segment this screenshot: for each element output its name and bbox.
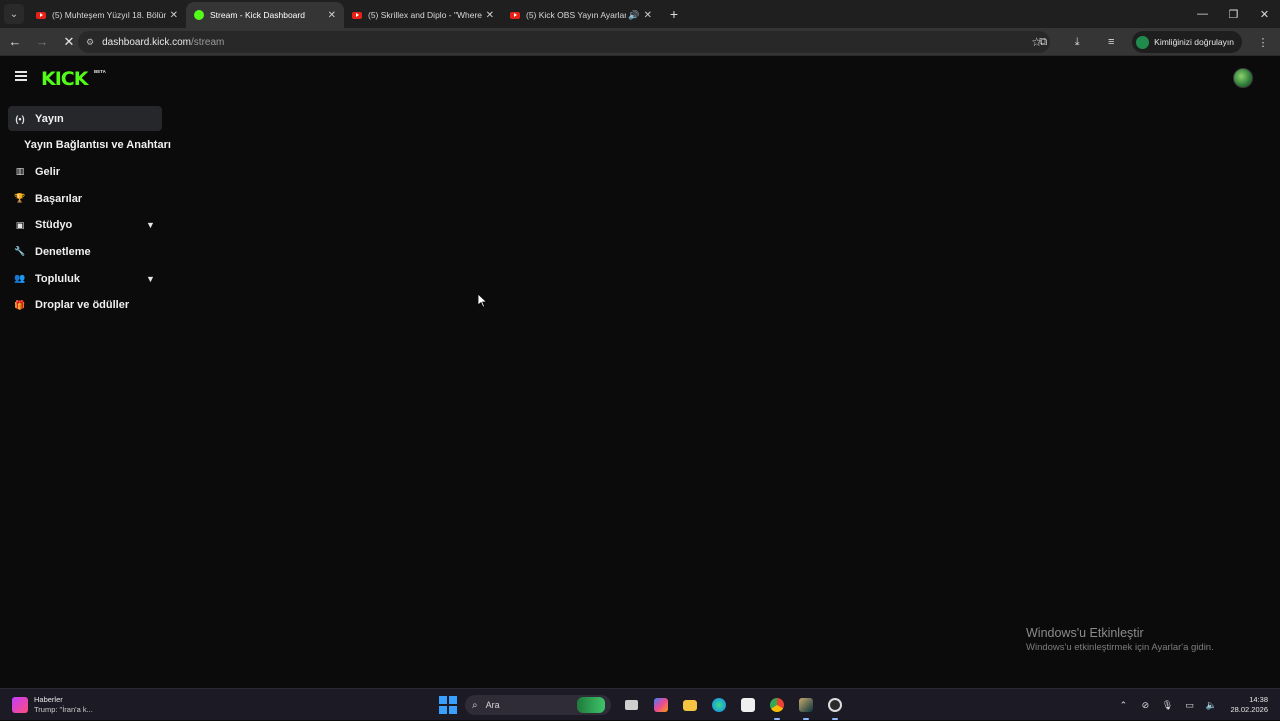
forward-arrow-icon[interactable]: → — [30, 30, 54, 54]
tab-title: (5) Skrillex and Diplo - "Where Are Ü No… — [368, 10, 482, 20]
close-icon[interactable]: ✕ — [328, 10, 336, 21]
user-avatar[interactable] — [1233, 68, 1253, 88]
sidebar-item-label: Topluluk — [35, 272, 81, 285]
sidebar-item-label: Stüdyo — [35, 219, 73, 232]
search-placeholder: Ara — [485, 700, 500, 710]
profile-avatar-icon — [1136, 35, 1150, 49]
address-bar[interactable]: ⚙ dashboard.kick.com/stream ☆ — [78, 31, 1050, 53]
chevron-down-icon[interactable]: ▼ — [146, 274, 155, 284]
clock[interactable]: 14:38 28.02.2026 — [1230, 695, 1268, 715]
search-highlight-icon — [577, 697, 605, 713]
sidebar-item-topluluk[interactable]: 👥 Topluluk ▼ — [8, 266, 174, 291]
download-icon[interactable]: ⤓ — [1065, 30, 1089, 54]
beta-badge: BETA — [94, 69, 106, 74]
windows-activation-watermark: Windows'u Etkinleştir Windows'u etkinleş… — [1026, 626, 1214, 653]
dashboard-sidebar: (•) Yayın Yayın Bağlantısı ve Anahtarı ▥… — [8, 106, 174, 320]
url-path: /stream — [191, 36, 225, 48]
sidebar-item-label: Yayın — [35, 112, 64, 125]
store-icon[interactable] — [737, 694, 759, 716]
tab-search-button[interactable]: ⌄ — [4, 4, 24, 24]
sidebar-item-basarilar[interactable]: 🏆 Başarılar — [8, 186, 174, 211]
youtube-icon — [510, 11, 520, 19]
browser-tab[interactable]: (5) Skrillex and Diplo - "Where Are Ü No… — [344, 2, 502, 28]
search-icon: ⌕ — [472, 699, 478, 711]
edge-icon[interactable] — [708, 694, 730, 716]
sidebar-item-label: Denetleme — [35, 245, 91, 258]
chart-icon: ▥ — [15, 166, 25, 177]
display-icon[interactable]: ▭ — [1178, 700, 1200, 711]
back-arrow-icon[interactable]: ← — [3, 30, 27, 54]
sidebar-item-label: Başarılar — [35, 192, 83, 205]
profile-label: Kimliğinizi doğrulayın — [1154, 37, 1234, 47]
sidebar-item-stream-key[interactable]: Yayın Bağlantısı ve Anahtarı — [8, 133, 174, 158]
obs-icon[interactable] — [824, 694, 846, 720]
system-tray: ⌃ ⊘ 🎙 ▭ 🔈 14:38 28.02.2026 — [1112, 689, 1280, 721]
sidebar-item-studyo[interactable]: ▣ Stüdyo ▼ — [8, 213, 174, 238]
news-widget[interactable]: Haberler Trump: "İran'a k... — [12, 695, 93, 715]
file-explorer-icon[interactable] — [679, 694, 701, 716]
kick-icon — [194, 10, 204, 20]
chrome-icon[interactable] — [766, 694, 788, 720]
taskbar-search[interactable]: ⌕ Ara — [465, 695, 611, 715]
windows-taskbar: Haberler Trump: "İran'a k... ⌕ Ara ⌃ ⊘ 🎙… — [0, 688, 1280, 720]
extensions-icon[interactable]: ⧉ — [1031, 30, 1055, 54]
news-headline: Trump: "İran'a k... — [34, 705, 93, 714]
news-icon — [12, 697, 28, 713]
restore-icon[interactable]: ❐ — [1218, 0, 1249, 28]
tab-title: (5) Muhteşem Yüzyıl 18. Bölüm — [52, 10, 166, 20]
task-view-icon[interactable] — [621, 694, 643, 716]
media-controls-icon[interactable]: ≡ — [1099, 30, 1123, 54]
volume-icon[interactable]: 🔈 — [1200, 700, 1222, 711]
chevron-down-icon[interactable]: ▼ — [146, 220, 155, 230]
kick-logo[interactable]: KICK — [41, 68, 88, 90]
close-window-icon[interactable]: ✕ — [1249, 0, 1280, 28]
sidebar-item-label: Droplar ve ödüller — [35, 299, 130, 312]
microphone-icon[interactable]: 🎙 — [1156, 700, 1178, 711]
more-menu-icon[interactable]: ⋮ — [1251, 30, 1275, 54]
profile-button[interactable]: Kimliğinizi doğrulayın — [1132, 31, 1242, 53]
trophy-icon: 🏆 — [14, 193, 26, 204]
news-title: Haberler — [34, 695, 63, 704]
youtube-icon — [352, 11, 362, 19]
sidebar-item-droplar[interactable]: 🎁 Droplar ve ödüller — [8, 293, 174, 318]
browser-toolbar: ← → ✕ ⚙ dashboard.kick.com/stream ☆ ⧉ ⤓ … — [0, 28, 1280, 56]
browser-tab[interactable]: (5) Kick OBS Yayın Ayarları 🔊 ✕ — [502, 2, 660, 28]
close-icon[interactable]: ✕ — [644, 10, 652, 21]
sidebar-item-label: Gelir — [35, 165, 61, 178]
youtube-icon — [36, 11, 46, 19]
tab-title: Stream - Kick Dashboard — [210, 10, 305, 20]
browser-tab-active[interactable]: Stream - Kick Dashboard ✕ — [186, 2, 344, 28]
watermark-title: Windows'u Etkinleştir — [1026, 626, 1144, 640]
community-icon: 👥 — [14, 273, 26, 284]
sidebar-item-label: Yayın Bağlantısı ve Anahtarı — [24, 139, 171, 152]
studio-icon: ▣ — [15, 219, 25, 230]
copilot-icon[interactable] — [650, 694, 672, 716]
wrench-icon: 🔧 — [14, 246, 26, 257]
minimize-icon[interactable]: — — [1187, 0, 1218, 28]
window-controls: — ❐ ✕ — [1187, 0, 1280, 28]
menu-icon[interactable] — [15, 71, 27, 81]
sidebar-item-gelir[interactable]: ▥ Gelir — [8, 159, 174, 184]
tab-title: (5) Kick OBS Yayın Ayarları — [526, 10, 627, 20]
broadcast-icon: (•) — [15, 113, 25, 124]
watermark-subtitle: Windows'u etkinleştirmek için Ayarlar'a … — [1026, 642, 1214, 653]
clock-time: 14:38 — [1249, 695, 1268, 704]
sidebar-item-yayin[interactable]: (•) Yayın — [8, 106, 162, 131]
close-icon[interactable]: ✕ — [486, 10, 494, 21]
speaker-icon[interactable]: 🔊 — [628, 10, 639, 21]
sidebar-item-denetleme[interactable]: 🔧 Denetleme — [8, 239, 174, 264]
browser-tab-strip: ⌄ (5) Muhteşem Yüzyıl 18. Bölüm ✕ Stream… — [0, 0, 1280, 28]
new-tab-button[interactable]: + — [664, 4, 684, 24]
clock-date: 28.02.2026 — [1230, 705, 1268, 714]
league-client-icon[interactable] — [795, 694, 817, 720]
drops-icon: 🎁 — [14, 299, 26, 310]
chevron-up-icon[interactable]: ⌃ — [1112, 700, 1134, 711]
browser-tab[interactable]: (5) Muhteşem Yüzyıl 18. Bölüm ✕ — [28, 2, 186, 28]
network-off-icon[interactable]: ⊘ — [1134, 700, 1156, 711]
kick-dashboard-page: KICK BETA (•) Yayın Yayın Bağlantısı ve … — [0, 57, 1280, 688]
url-host: dashboard.kick.com — [102, 36, 192, 48]
site-info-icon[interactable]: ⚙ — [86, 37, 94, 48]
start-button[interactable] — [439, 696, 457, 714]
close-icon[interactable]: ✕ — [170, 10, 178, 21]
